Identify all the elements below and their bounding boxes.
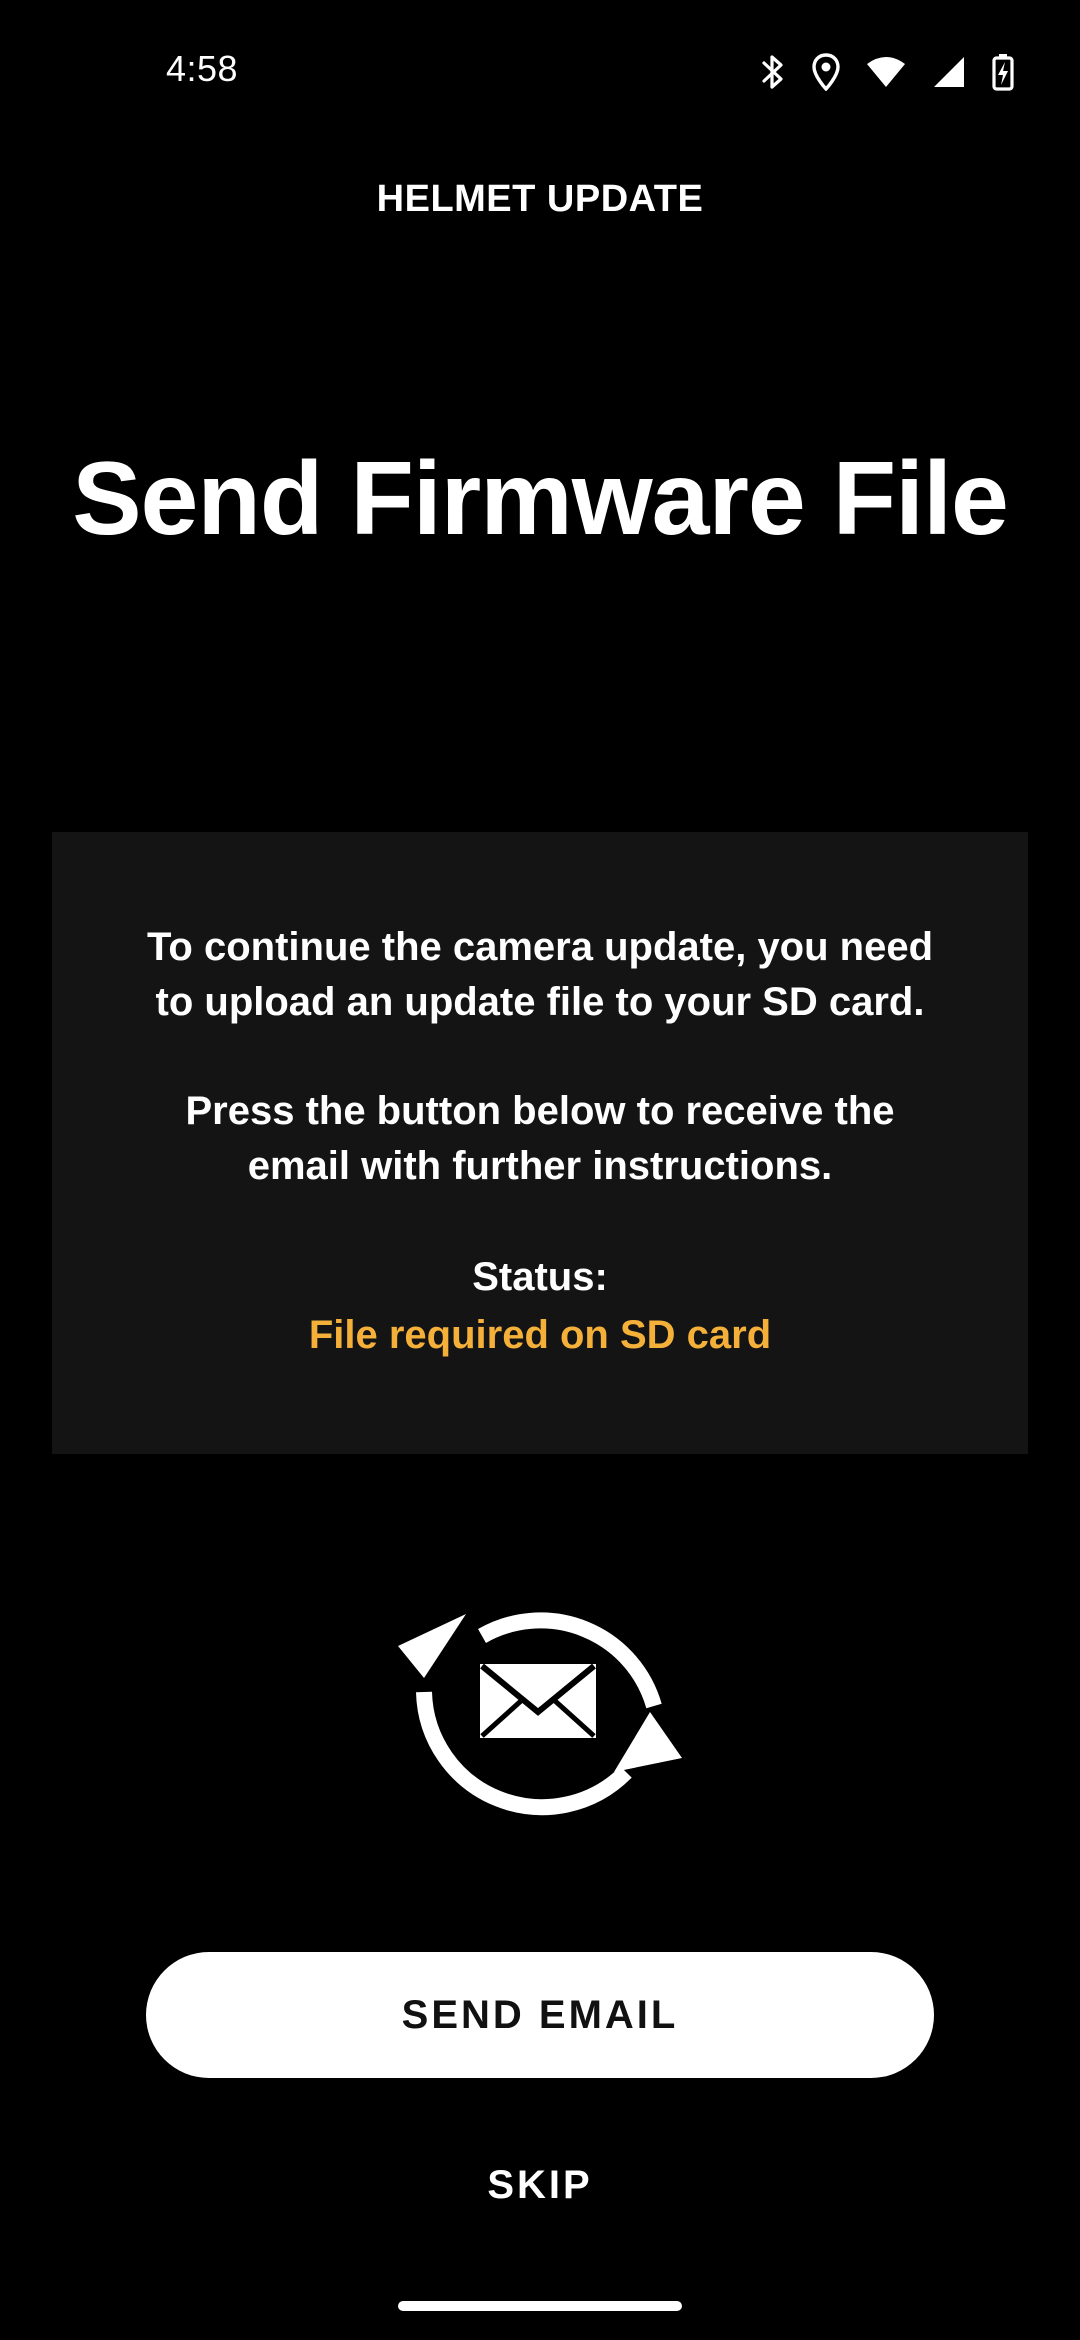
instruction-line: email with further instructions. [247,1144,833,1188]
page-headline: Send Firmware File [72,441,1009,557]
status-time: 4:58 [166,48,239,89]
signal-icon [932,55,966,89]
bluetooth-icon [760,53,786,91]
status-value: File required on SD card [308,1313,772,1357]
send-email-button[interactable]: SEND EMAIL [146,1952,934,2078]
home-indicator[interactable] [398,2301,682,2311]
screen-title: HELMET UPDATE [376,178,704,220]
status-icons [760,52,1014,92]
instruction-line: Press the button below to receive the [185,1089,895,1133]
skip-button[interactable]: SKIP [390,2150,690,2220]
email-sync-icon [398,1570,682,1830]
battery-charging-icon [992,53,1014,91]
status-bar: 4:58 [0,0,1080,140]
instruction-paragraph: Press the button below to receive the em… [52,1084,1028,1194]
location-icon [812,53,840,91]
info-card: To continue the camera update, you need … [52,832,1028,1454]
instruction-line: To continue the camera update, you need [146,925,934,969]
instruction-paragraph: To continue the camera update, you need … [52,920,1028,1030]
status-label: Status: [472,1255,608,1299]
wifi-icon [866,55,906,89]
instruction-line: to upload an update file to your SD card… [155,980,925,1024]
